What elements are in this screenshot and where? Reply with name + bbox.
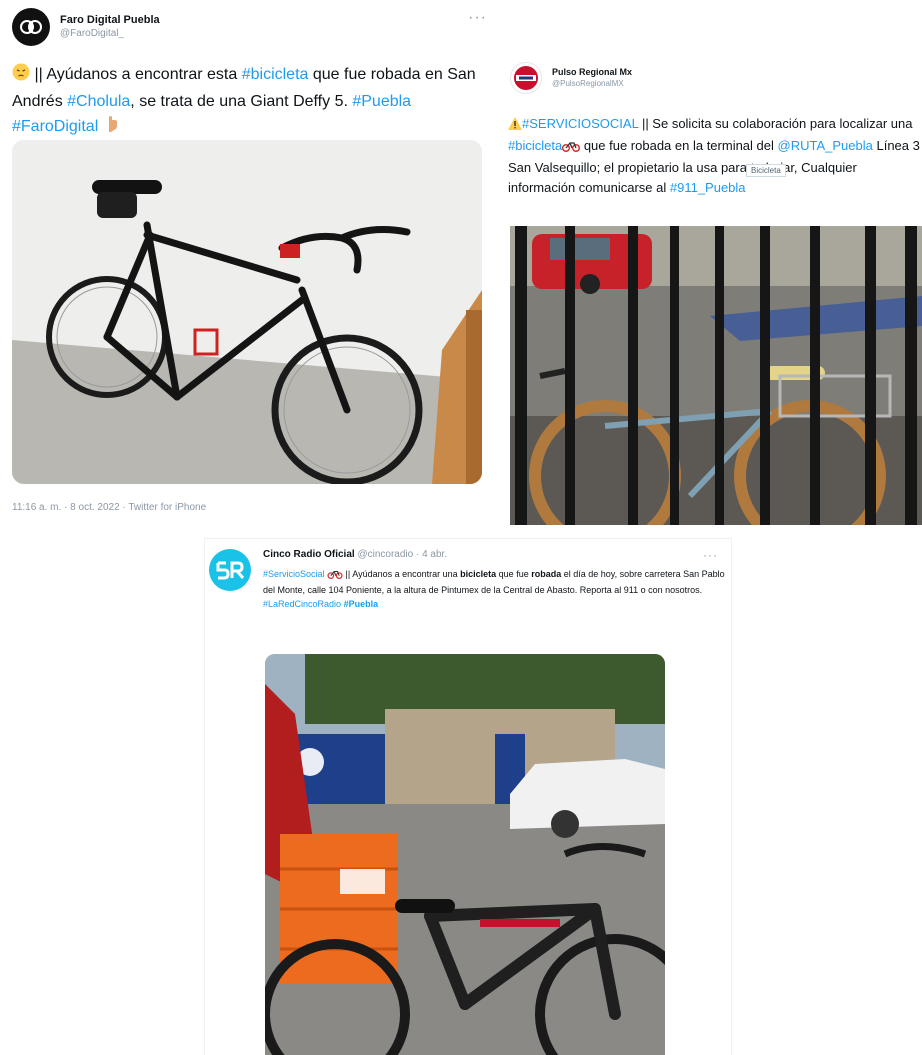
user-handle[interactable]: @FaroDigital_	[60, 28, 160, 41]
user-handle[interactable]: @PulsoRegionalMX	[552, 79, 632, 89]
tweet-header: Pulso Regional Mx @PulsoRegionalMX	[510, 62, 632, 94]
hashtag-link[interactable]: #SERVICIOSOCIAL	[522, 116, 638, 131]
tweet-photo[interactable]	[12, 140, 482, 484]
warning-icon	[508, 116, 522, 136]
pensive-face-icon	[12, 63, 30, 89]
avatar-pulso-regional[interactable]	[510, 62, 542, 94]
hashtag-link[interactable]: #Puebla	[344, 599, 379, 609]
more-options-icon[interactable]: ···	[703, 549, 718, 561]
avatar-faro-digital[interactable]	[12, 8, 50, 46]
display-name[interactable]: Faro Digital Puebla	[60, 14, 160, 28]
tweet-card-cinco-radio[interactable]: Cinco Radio Oficial @cincoradio · 4 abr.…	[204, 538, 732, 1055]
tweet-text: #SERVICIOSOCIAL || Se solicita su colabo…	[508, 116, 920, 195]
hashtag-link[interactable]: #ServicioSocial	[263, 569, 325, 579]
tweet-header: Cinco Radio Oficial @cincoradio · 4 abr.	[263, 549, 447, 560]
bicycle-icon	[562, 138, 581, 158]
cinco-radio-logo-icon	[216, 561, 245, 580]
black-road-bike-photo	[12, 140, 482, 484]
pulso-logo-icon	[514, 66, 538, 90]
tweet-header: Faro Digital Puebla @FaroDigital_	[12, 8, 160, 46]
tweet-photo[interactable]	[510, 226, 922, 525]
hashtag-link[interactable]: #FaroDigital	[12, 118, 98, 135]
bike-behind-fence-photo	[510, 226, 922, 525]
pointing-down-hand-icon	[103, 115, 119, 141]
avatar-cinco-radio[interactable]	[209, 549, 251, 591]
display-name[interactable]: Cinco Radio Oficial	[263, 549, 355, 560]
hashtag-link[interactable]: #LaRedCincoRadio	[263, 599, 341, 609]
hashtag-link[interactable]: #bicicleta	[242, 66, 309, 83]
tweet-card-faro-digital[interactable]: Faro Digital Puebla @FaroDigital_ ··· ||…	[0, 0, 492, 525]
hashtag-link[interactable]: #Cholula	[67, 93, 130, 110]
tweet-timestamp[interactable]: 11:16 a. m. · 8 oct. 2022 · Twitter for …	[12, 502, 206, 513]
bicycle-icon	[327, 569, 343, 583]
user-handle[interactable]: @cincoradio	[357, 549, 413, 560]
tweet-text: #ServicioSocial || Ayúdanos a encontrar …	[263, 569, 725, 609]
more-options-icon[interactable]: ···	[468, 10, 487, 26]
hashtag-link[interactable]: #Puebla	[352, 93, 411, 110]
tweet-photo[interactable]	[265, 654, 665, 1055]
hashtag-link[interactable]: #911_Puebla	[670, 180, 746, 195]
mountain-bike-with-orange-crate-photo	[265, 654, 665, 1055]
tweet-card-pulso-regional[interactable]: Pulso Regional Mx @PulsoRegionalMX #SERV…	[500, 52, 922, 525]
hashtag-link[interactable]: #bicicleta	[508, 138, 562, 153]
tweet-text: || Ayúdanos a encontrar esta #bicicleta …	[12, 62, 482, 141]
tweet-time[interactable]: · 4 abr.	[416, 549, 447, 560]
display-name[interactable]: Pulso Regional Mx	[552, 67, 632, 78]
mention-link[interactable]: @RUTA_Puebla	[778, 138, 873, 153]
emoji-tooltip: Bicicleta	[746, 164, 786, 177]
faro-logo-icon	[20, 20, 42, 34]
